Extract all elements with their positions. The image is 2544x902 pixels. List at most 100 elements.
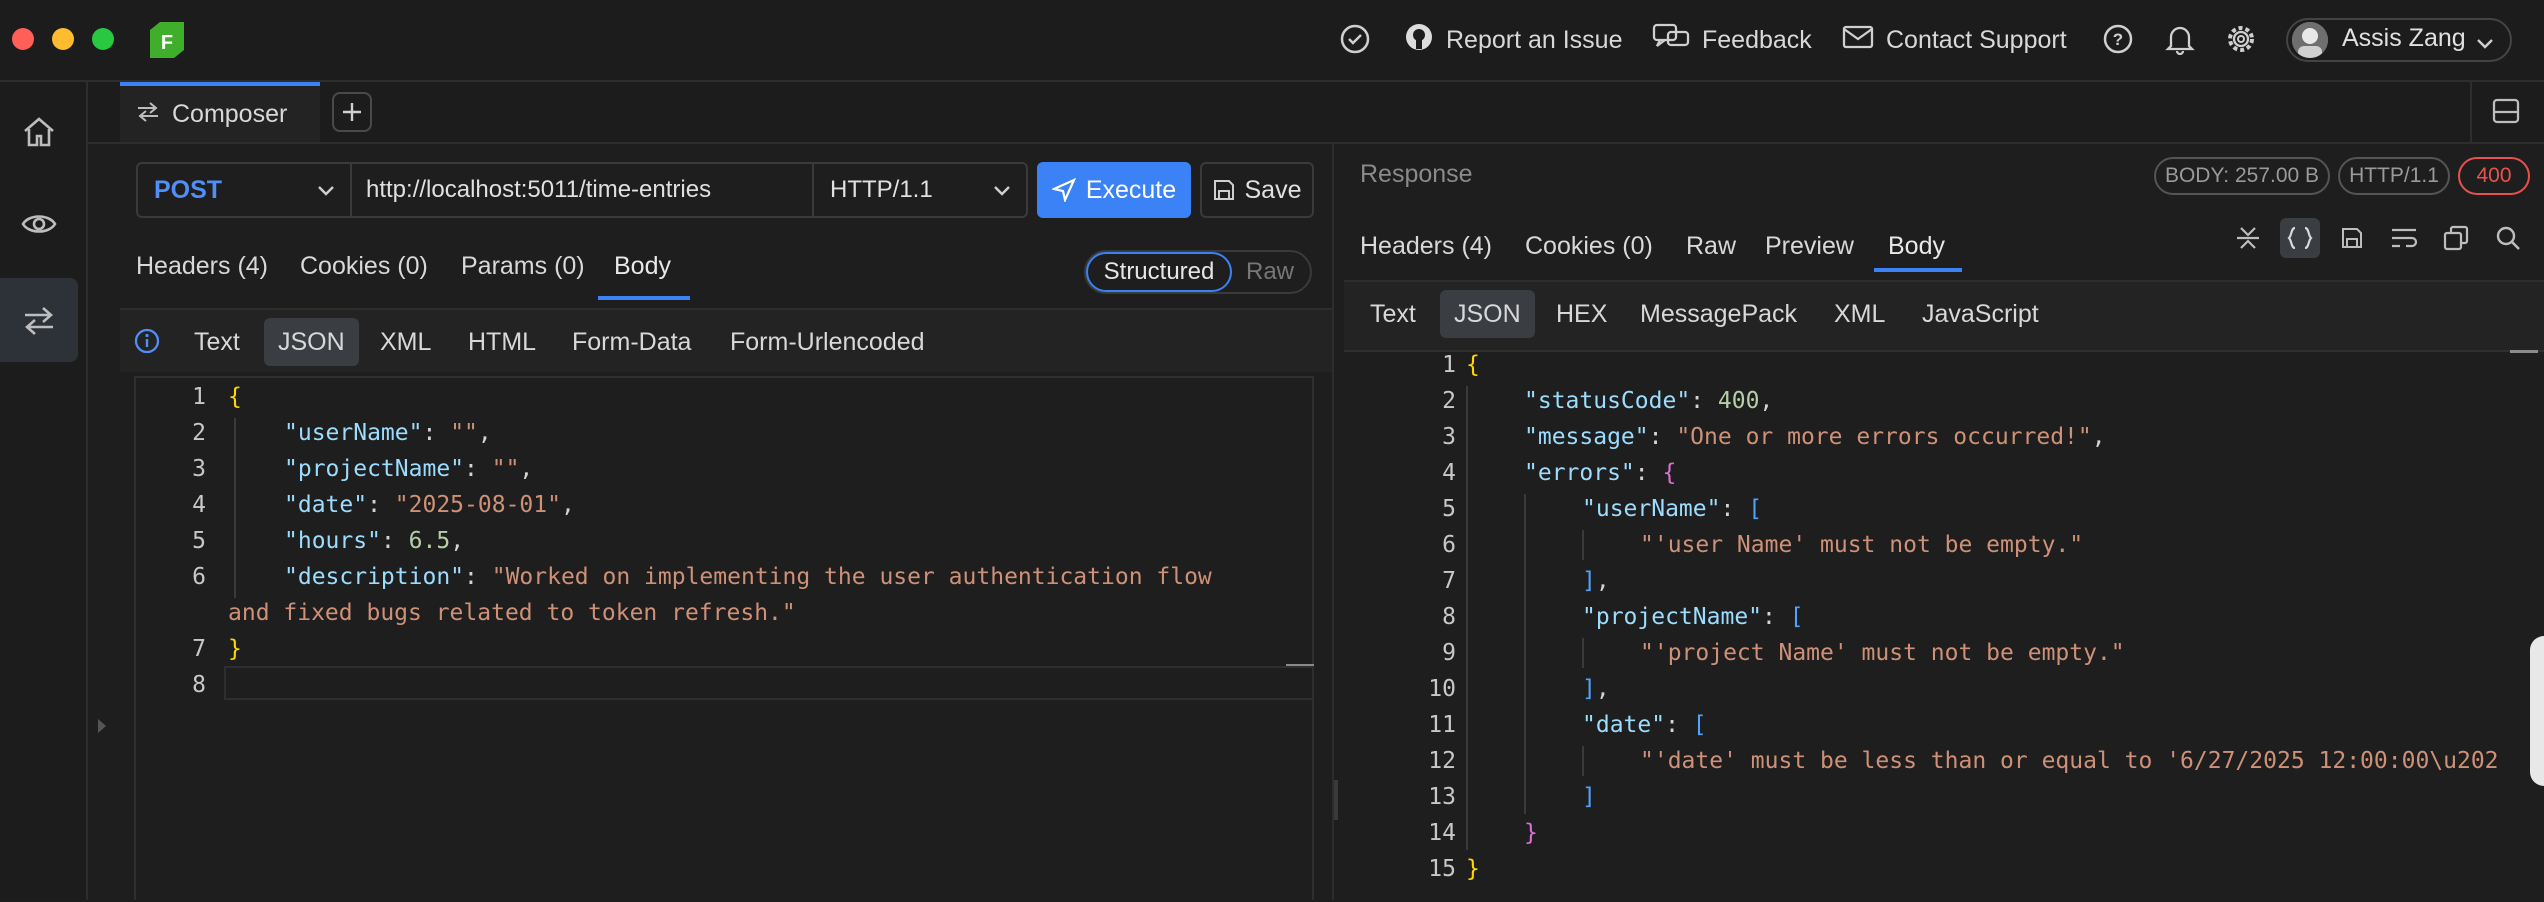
tab-cookies[interactable]: Cookies (0)	[1525, 232, 1653, 272]
info-icon[interactable]	[134, 328, 160, 361]
line-number: 11	[1428, 712, 1456, 738]
response-body-viewer[interactable]: 1 2 3 4 5 6 7 8 9 10 11 12 13 14 15 { "s…	[1344, 350, 2544, 902]
body-type-form-urlencoded[interactable]: Form-Urlencoded	[716, 318, 939, 366]
line-number: 10	[1428, 676, 1456, 702]
indent-guide	[1524, 494, 1526, 814]
line-number: 4	[1442, 460, 1456, 486]
status-badge: 400	[2458, 157, 2530, 195]
http-version-select[interactable]: HTTP/1.1	[814, 162, 1028, 218]
composer-button[interactable]	[0, 278, 78, 362]
line-number: 15	[1428, 856, 1456, 882]
resp-type-text[interactable]: Text	[1356, 290, 1430, 338]
tab-composer[interactable]: Composer	[120, 82, 320, 142]
side-drawer-handle[interactable]	[2530, 636, 2544, 786]
line-number: 3	[1442, 424, 1456, 450]
resp-type-hex[interactable]: HEX	[1542, 290, 1621, 338]
home-icon	[24, 117, 54, 147]
execute-button[interactable]: Execute	[1037, 162, 1191, 218]
line-number: 7	[192, 636, 206, 662]
resp-type-messagepack[interactable]: MessagePack	[1626, 290, 1811, 338]
tab-body[interactable]: Body	[1888, 232, 1945, 272]
raw-option[interactable]: Raw	[1240, 252, 1300, 292]
line-number: 2	[1442, 388, 1456, 414]
http-version-badge: HTTP/1.1	[2338, 157, 2450, 195]
line-number: 3	[192, 456, 206, 482]
tab-raw[interactable]: Raw	[1686, 232, 1736, 272]
word-wrap-icon[interactable]	[2384, 218, 2424, 258]
tab-preview[interactable]: Preview	[1765, 232, 1854, 272]
eye-icon	[21, 215, 57, 233]
indent-guide	[1582, 530, 1584, 560]
indent-guide	[1582, 638, 1584, 668]
line-number: 13	[1428, 784, 1456, 810]
line-number: 14	[1428, 820, 1456, 846]
resize-handle[interactable]	[1334, 780, 1338, 820]
tab-body[interactable]: Body	[614, 252, 671, 298]
add-tab-button[interactable]	[332, 92, 372, 132]
app-logo: F	[146, 20, 186, 60]
bell-icon[interactable]	[2163, 22, 2197, 56]
line-number: 7	[1442, 568, 1456, 594]
indent-guide	[1582, 746, 1584, 776]
svg-text:F: F	[161, 32, 173, 54]
chat-bubbles-icon	[1652, 22, 1690, 59]
gear-icon[interactable]	[2224, 22, 2258, 56]
layout-toggle-icon[interactable]	[2492, 98, 2520, 131]
response-label: Response	[1360, 160, 1473, 188]
line-number: 6	[192, 564, 206, 590]
active-tab-indicator	[598, 296, 690, 300]
swap-icon	[136, 100, 160, 129]
watch-button[interactable]	[0, 182, 78, 266]
body-type-html[interactable]: HTML	[454, 318, 550, 366]
tab-strip	[88, 82, 2544, 144]
mail-icon	[1842, 24, 1874, 57]
save-response-icon[interactable]	[2332, 218, 2372, 258]
scroll-marker	[2510, 350, 2538, 353]
home-button[interactable]	[0, 90, 78, 174]
line-number: 8	[192, 672, 206, 698]
indent-guide	[234, 418, 236, 598]
copy-icon[interactable]	[2436, 218, 2476, 258]
tab-cookies[interactable]: Cookies (0)	[300, 252, 428, 298]
close-window-button[interactable]	[12, 28, 34, 50]
line-number: 5	[1442, 496, 1456, 522]
line-number: 1	[192, 384, 206, 410]
body-type-xml[interactable]: XML	[366, 318, 445, 366]
method-select[interactable]: POST	[136, 162, 352, 218]
floppy-icon	[1213, 180, 1234, 200]
tab-headers[interactable]: Headers (4)	[136, 252, 268, 298]
line-number: 4	[192, 492, 206, 518]
resp-type-javascript[interactable]: JavaScript	[1908, 290, 2053, 338]
url-input[interactable]: http://localhost:5011/time-entries	[352, 162, 814, 218]
body-type-json[interactable]: JSON	[264, 318, 359, 366]
divider	[2470, 82, 2472, 142]
search-icon[interactable]	[2488, 218, 2528, 258]
svg-text:?: ?	[2113, 30, 2123, 49]
help-icon[interactable]: ?	[2101, 22, 2135, 56]
line-number: 1	[1442, 352, 1456, 378]
structured-option[interactable]: Structured	[1086, 252, 1232, 292]
format-braces-icon[interactable]	[2280, 218, 2320, 258]
check-circle-icon[interactable]	[1338, 22, 1372, 56]
plus-icon	[343, 103, 361, 121]
maximize-window-button[interactable]	[92, 28, 114, 50]
user-name: Assis Zang	[2342, 24, 2466, 52]
collapse-icon[interactable]	[2228, 218, 2268, 258]
line-number: 2	[192, 420, 206, 446]
tab-headers[interactable]: Headers (4)	[1360, 232, 1492, 272]
body-type-form-data[interactable]: Form-Data	[558, 318, 705, 366]
report-issue-link[interactable]: Report an Issue	[1404, 20, 1623, 60]
minimize-window-button[interactable]	[52, 28, 74, 50]
expand-panel-icon[interactable]	[96, 714, 108, 742]
request-body-editor[interactable]: 1 2 3 4 5 6 7 8 { "userName": "", "proje…	[134, 376, 1314, 900]
body-type-text[interactable]: Text	[180, 318, 254, 366]
chevron-down-icon	[994, 186, 1010, 196]
contact-support-link[interactable]: Contact Support	[1842, 20, 2067, 60]
tab-params[interactable]: Params (0)	[461, 252, 585, 298]
save-button[interactable]: Save	[1200, 162, 1314, 218]
line-number: 12	[1428, 748, 1456, 774]
resp-type-xml[interactable]: XML	[1820, 290, 1899, 338]
resp-type-json[interactable]: JSON	[1440, 290, 1535, 338]
line-number: 6	[1442, 532, 1456, 558]
feedback-link[interactable]: Feedback	[1652, 20, 1812, 60]
